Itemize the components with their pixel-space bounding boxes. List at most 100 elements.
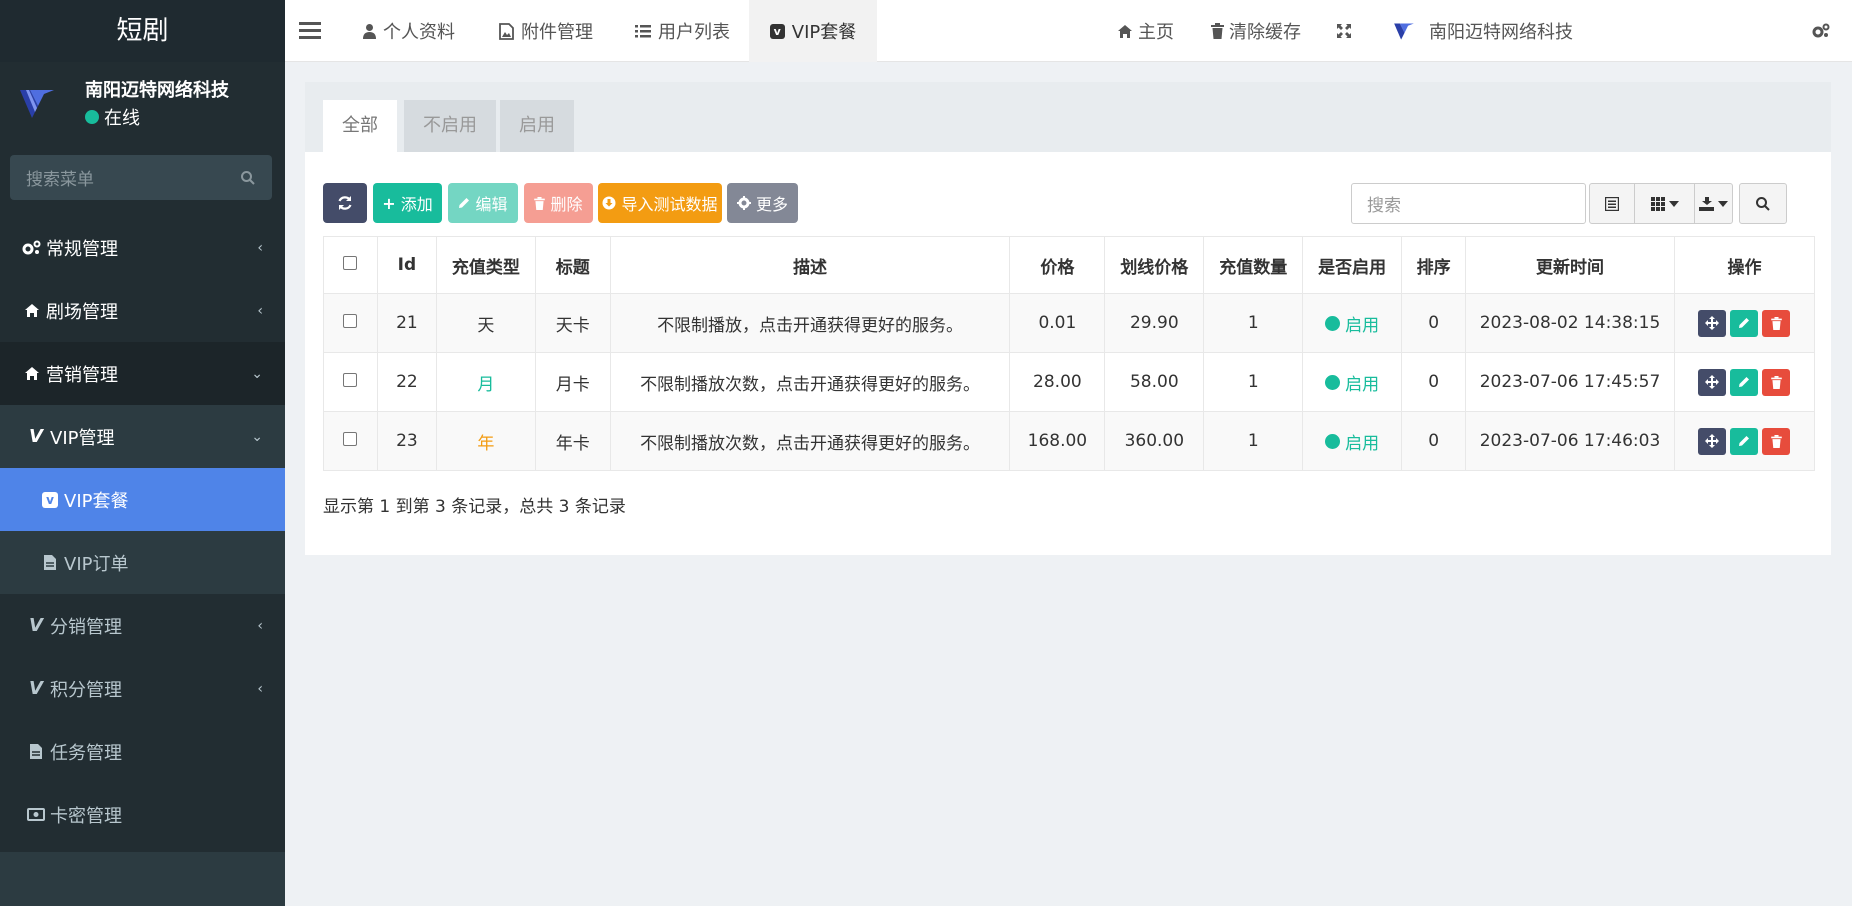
file-icon [38,554,62,571]
cell-description: 不限制播放次数，点击开通获得更好的服务。 [609,352,1011,412]
drag-sort-button[interactable] [1698,368,1727,396]
toggle-view-button[interactable] [1590,184,1635,223]
sidebar-item-card-keys[interactable]: 卡密管理 [0,783,285,846]
edit-button[interactable]: 编辑 [448,183,518,223]
row-edit-button[interactable] [1730,309,1759,337]
arrows-icon [1705,375,1720,389]
nav-clear-cache-label: 清除缓存 [1229,22,1301,43]
cell-title: 月卡 [534,352,611,412]
nav-home[interactable]: 主页 [1117,0,1174,62]
money-icon [24,808,48,821]
search-button-inner[interactable] [1740,184,1786,223]
cell-enabled[interactable]: 启用 [1302,411,1403,471]
col-price[interactable]: 价格 [1009,236,1106,294]
trash-icon [1211,23,1224,39]
col-enabled[interactable]: 是否启用 [1302,236,1403,294]
sidebar-item-vip[interactable]: V VIP管理 ⌄ [0,405,285,468]
drag-sort-button[interactable] [1698,427,1727,455]
cell-type: 天 [435,293,536,353]
menu-toggle-icon[interactable] [299,16,321,44]
export-icon [1699,196,1714,211]
columns-dropdown-button[interactable] [1635,184,1695,223]
cell-quantity: 1 [1203,293,1304,353]
tab-all[interactable]: 全部 [323,100,397,152]
col-updated[interactable]: 更新时间 [1465,236,1675,294]
status-badge[interactable]: 启用 [1325,429,1379,454]
drag-sort-button[interactable] [1698,309,1727,337]
refresh-button[interactable] [323,183,367,223]
row-edit-button[interactable] [1730,368,1759,396]
cell-enabled[interactable]: 启用 [1302,352,1403,412]
tab-disabled[interactable]: 不启用 [404,100,496,152]
chevron-down-icon: ⌄ [251,428,263,445]
table-search-input[interactable]: 搜索 [1351,183,1586,224]
settings-button[interactable] [1811,0,1836,62]
table-view-controls [1589,183,1733,224]
tab-user-list[interactable]: 用户列表 [635,0,730,62]
delete-button[interactable]: 删除 [524,183,593,223]
more-button[interactable]: 更多 [727,183,798,223]
sidebar-item-label: 积分管理 [50,679,122,701]
brand-title[interactable]: 短剧 [0,0,285,62]
row-delete-button[interactable] [1762,427,1791,455]
tab-vip-package[interactable]: v VIP套餐 [749,0,877,62]
row-edit-button[interactable] [1730,427,1759,455]
fullscreen-button[interactable] [1336,0,1357,62]
nav-clear-cache[interactable]: 清除缓存 [1211,0,1301,62]
select-all-cell [323,236,378,294]
col-type[interactable]: 充值类型 [435,236,536,294]
trash-icon [1771,375,1782,389]
sidebar-item-vip-order[interactable]: VIP订单 [0,531,285,594]
import-test-data-button[interactable]: 导入测试数据 [598,183,722,223]
cell-sort: 0 [1401,411,1467,471]
home-icon [1118,24,1132,38]
row-checkbox[interactable] [343,314,358,328]
sidebar-item-marketing[interactable]: 营销管理 ⌄ [0,342,285,405]
col-strike-price[interactable]: 划线价格 [1104,236,1205,294]
chevron-down-icon: ⌄ [251,365,263,382]
more-button-label: 更多 [755,195,788,214]
add-button[interactable]: + 添加 [373,183,442,223]
nav-company[interactable]: 南阳迈特网络科技 [1393,0,1573,62]
sidebar-search-input[interactable]: 搜索菜单 [10,155,272,200]
sidebar-item-points[interactable]: V 积分管理 ‹ [0,657,285,720]
cell-enabled[interactable]: 启用 [1302,293,1403,353]
cell-type: 年 [435,411,536,471]
cell-id: 23 [376,411,437,471]
row-delete-button[interactable] [1762,309,1791,337]
sidebar-item-general[interactable]: 常规管理 ‹ [0,216,285,279]
tab-enabled[interactable]: 启用 [500,100,574,152]
add-button-label: 添加 [400,195,433,214]
col-quantity[interactable]: 充值数量 [1203,236,1304,294]
sidebar-item-vip-package[interactable]: v VIP套餐 [0,468,285,531]
row-checkbox[interactable] [343,432,358,446]
company-logo-icon [20,90,54,118]
export-dropdown-button[interactable] [1695,184,1732,223]
row-delete-button[interactable] [1762,368,1791,396]
col-sort[interactable]: 排序 [1401,236,1467,294]
search-icon[interactable] [240,170,256,186]
search-button[interactable] [1739,183,1787,224]
cell-strike-price: 29.90 [1104,293,1205,353]
user-status-label: 在线 [104,108,140,129]
col-description[interactable]: 描述 [609,236,1011,294]
online-dot-icon [85,110,99,124]
tab-profile[interactable]: 个人资料 [363,0,455,62]
sidebar-item-distribution[interactable]: V 分销管理 ‹ [0,594,285,657]
status-badge[interactable]: 启用 [1325,370,1379,395]
row-checkbox[interactable] [343,373,358,387]
sidebar-item-tasks[interactable]: 任务管理 [0,720,285,783]
status-badge[interactable]: 启用 [1325,311,1379,336]
select-all-checkbox[interactable] [343,256,358,270]
delete-button-label: 删除 [550,195,583,214]
home-icon [20,303,44,318]
edit-button-label: 编辑 [475,195,508,214]
gears-icon [20,240,44,256]
cell-description: 不限制播放次数，点击开通获得更好的服务。 [609,411,1011,471]
sidebar-item-theater[interactable]: 剧场管理 ‹ [0,279,285,342]
user-status: 在线 [85,104,140,130]
col-title[interactable]: 标题 [534,236,611,294]
cell-strike-price: 58.00 [1104,352,1205,412]
col-id[interactable]: Id [376,236,437,294]
tab-attachments[interactable]: 附件管理 [499,0,593,62]
